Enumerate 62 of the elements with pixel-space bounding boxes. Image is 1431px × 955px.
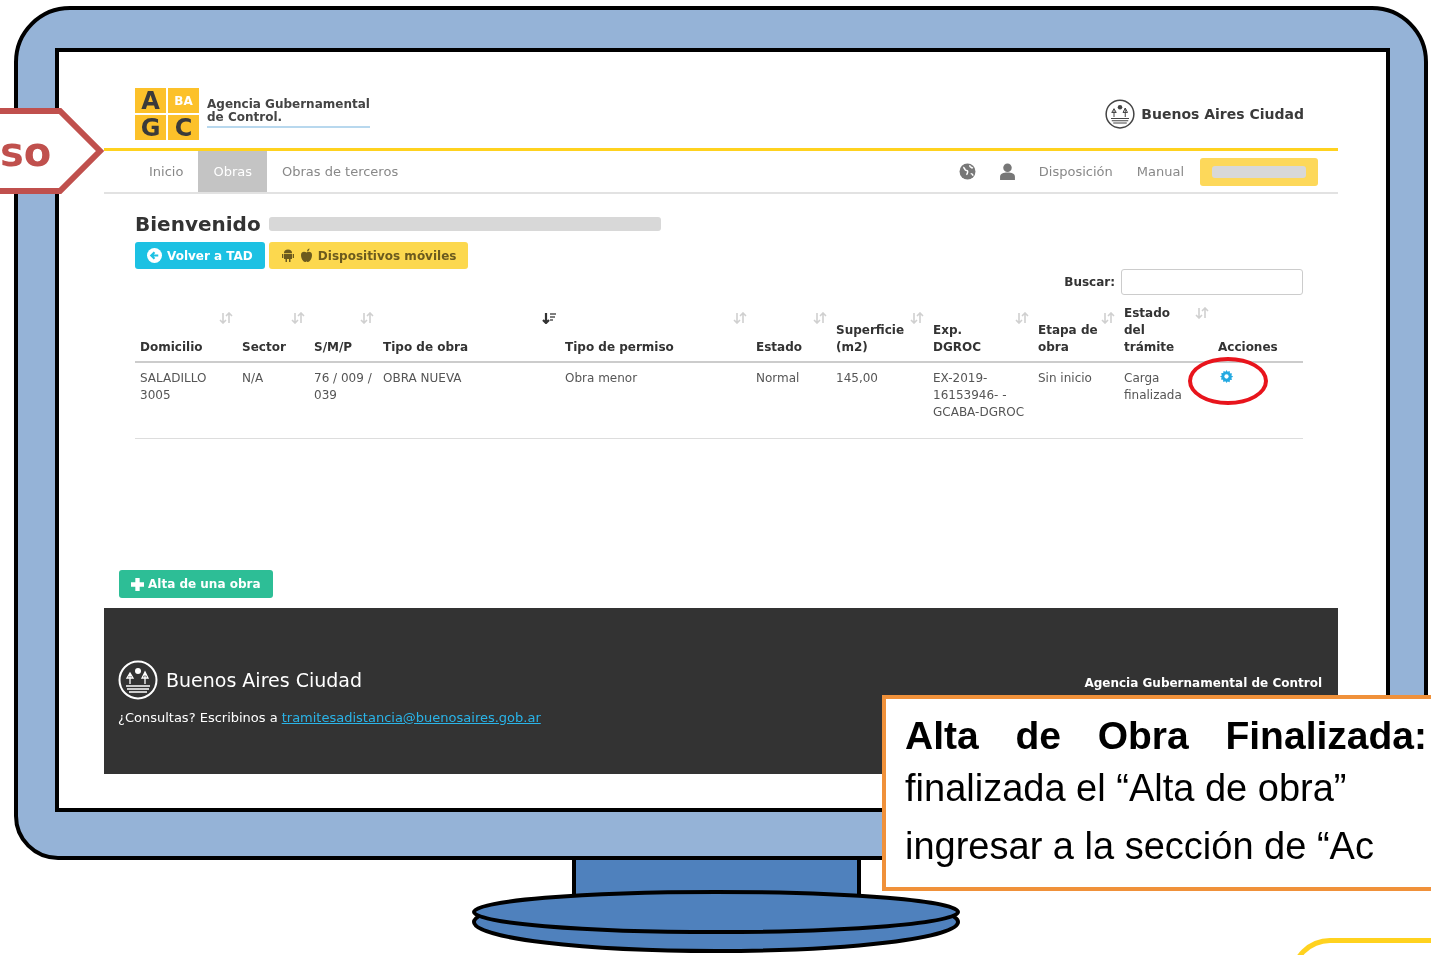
footer-brand: Buenos Aires Ciudad	[166, 669, 363, 691]
column-header: S/M/P	[314, 339, 353, 356]
column-header: Estado del trámite	[1124, 305, 1176, 356]
back-button[interactable]: Volver a TAD	[135, 242, 265, 269]
table-cell: Carga finalizada	[1124, 371, 1182, 402]
sort-arrows-icon[interactable]	[910, 312, 924, 324]
mobile-devices-button[interactable]: Dispositivos móviles	[268, 242, 469, 269]
settings-icon[interactable]	[1220, 370, 1233, 383]
android-icon	[280, 248, 295, 263]
sort-arrows-icon[interactable]	[1195, 307, 1209, 319]
column-header: Superficie (m2)	[836, 322, 906, 356]
table-cell: OBRA NUEVA	[383, 371, 462, 385]
column-header: Estado	[756, 339, 802, 356]
footer-agency: Agencia Gubernamental de Control	[1084, 676, 1322, 690]
welcome-heading: Bienvenido	[135, 212, 261, 236]
table-cell: Obra menor	[565, 371, 638, 385]
sort-arrows-icon[interactable]	[360, 312, 374, 324]
sort-arrows-icon[interactable]	[219, 312, 233, 324]
sort-arrows-icon[interactable]	[813, 312, 827, 324]
search-label: Buscar:	[1064, 275, 1115, 289]
callout-text: finalizada el “Alta de obra”	[905, 766, 1348, 811]
city-seal-icon	[1105, 99, 1136, 129]
user-icon[interactable]	[999, 163, 1015, 180]
table-cell: N/A	[242, 371, 264, 385]
nav-tab[interactable]: Inicio	[134, 151, 199, 192]
globe-icon[interactable]	[958, 163, 976, 180]
column-header: Exp. DGROC	[933, 322, 983, 356]
arrow-left-circle-icon	[147, 248, 162, 263]
tag-text: so	[0, 128, 52, 176]
table-cell: 76 / 009 / 039	[314, 371, 372, 402]
sort-arrows-icon[interactable]	[1015, 312, 1029, 324]
agency-name: Agencia Gubernamental de Control.	[207, 88, 370, 128]
table-cell: 145,00	[836, 371, 878, 385]
brand-name: Buenos Aires Ciudad	[1141, 106, 1304, 122]
sort-descending-icon[interactable]	[542, 312, 556, 324]
table-cell: SALADILLO 3005	[140, 371, 207, 402]
add-work-button[interactable]: Alta de una obra	[119, 570, 273, 598]
nav-link[interactable]: Disposición	[1038, 164, 1113, 179]
user-menu-button[interactable]	[1200, 157, 1318, 186]
table-cell: Sin inicio	[1038, 371, 1092, 385]
sort-arrows-icon[interactable]	[291, 312, 305, 324]
email-link[interactable]: tramitesadistancia@buenosaires.gob.ar	[281, 710, 541, 725]
nav-tab[interactable]: Obras de terceros	[267, 151, 414, 192]
column-header: Tipo de obra	[383, 339, 469, 356]
apple-icon	[299, 248, 313, 263]
column-header: Etapa de obra	[1038, 322, 1099, 356]
column-header: Domicilio	[140, 339, 203, 356]
callout-title: Alta de Obra Finalizada:	[905, 713, 1427, 759]
contact-text: ¿Consultas? Escribinos a	[118, 710, 278, 725]
sort-arrows-icon[interactable]	[1101, 312, 1115, 324]
column-header: Sector	[242, 339, 286, 356]
sort-arrows-icon[interactable]	[733, 312, 747, 324]
table-cell: EX-2019-16153946- -GCABA-DGROC	[933, 371, 1025, 419]
plus-icon	[131, 577, 144, 591]
agc-logo: A BA G C	[135, 88, 199, 140]
nav-link[interactable]: Manual	[1136, 164, 1184, 179]
city-seal-icon	[118, 660, 158, 700]
table-cell: Normal	[756, 371, 800, 385]
search-field[interactable]	[1121, 269, 1303, 295]
column-header: Tipo de permiso	[565, 339, 674, 356]
callout-text: ingresar a la sección de “Ac	[905, 824, 1375, 869]
column-header: Acciones	[1218, 339, 1278, 356]
